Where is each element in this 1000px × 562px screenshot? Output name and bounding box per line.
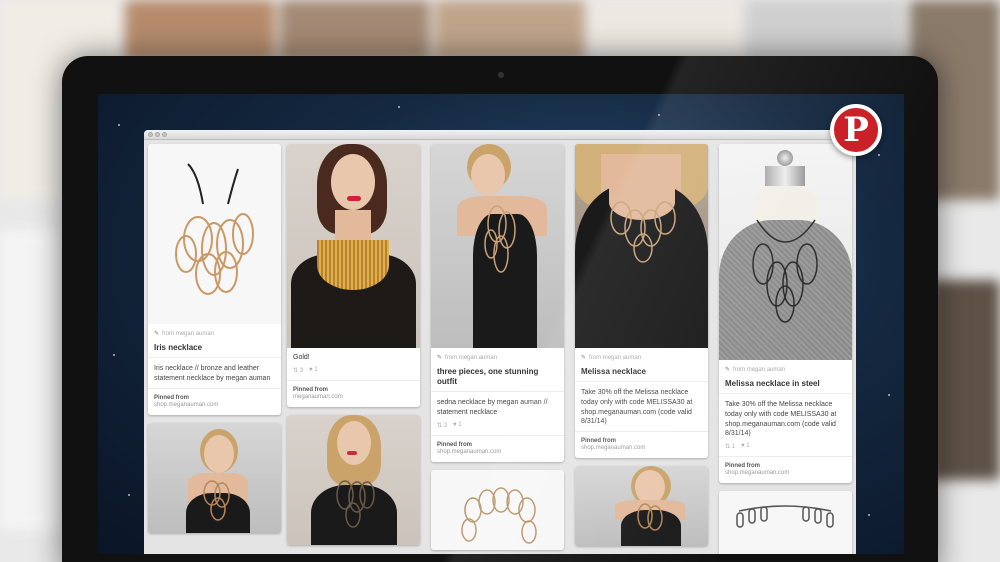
pinner-avatar-icon: ✎ — [437, 355, 443, 361]
pin-card[interactable] — [719, 491, 852, 554]
pin-source[interactable]: ✎ from megan auman — [431, 348, 564, 362]
pin-grid: ✎ from megan auman Iris necklace Iris ne… — [148, 144, 854, 554]
pin-title: Gold! — [293, 354, 310, 361]
pinned-from[interactable]: Pinned from shop.meganauman.com — [575, 432, 708, 458]
pin-card[interactable]: ✎ from megan auman three pieces, one stu… — [431, 144, 564, 462]
pin-source[interactable]: ✎ from megan auman — [719, 360, 852, 374]
pin-card[interactable] — [431, 469, 564, 550]
repin-icon: ⇅ — [437, 422, 443, 429]
pin-source[interactable]: ✎ from megan auman — [148, 324, 281, 338]
pin-column: ✎ from megan auman Melissa necklace in s… — [719, 144, 852, 554]
pinned-from[interactable]: Pinned from shop.meganauman.com — [431, 436, 564, 462]
repin-count: ⇅ 1 — [725, 444, 736, 451]
pinned-from-site[interactable]: shop.meganauman.com — [154, 402, 275, 408]
like-count: ♥ 1 — [741, 443, 750, 450]
like-count: ♥ 1 — [453, 421, 462, 428]
pin-stats: ⇅ 2 ♥ 1 — [431, 422, 564, 436]
pin-source-text: from megan auman — [445, 354, 498, 361]
pinned-from-site[interactable]: meganauman.com — [293, 394, 414, 400]
pin-title: Melissa necklace — [575, 361, 708, 382]
pinned-from-label: Pinned from — [437, 441, 473, 448]
pin-description: Iris necklace // bronze and leather stat… — [148, 358, 281, 389]
pin-column: ✎ from megan auman Melissa necklace Take… — [575, 144, 708, 554]
pin-column: ✎ from megan auman three pieces, one stu… — [431, 144, 564, 554]
pin-source-text: from megan auman — [589, 354, 642, 361]
pinned-from-label: Pinned from — [581, 438, 617, 445]
pin-image[interactable] — [719, 491, 852, 554]
like-count: ♥ 1 — [309, 366, 318, 373]
pin-source-text: from megan auman — [162, 330, 215, 337]
pinner-avatar-icon: ✎ — [725, 367, 731, 373]
heart-icon: ♥ — [453, 421, 457, 428]
pinned-from-site[interactable]: shop.meganauman.com — [437, 449, 558, 455]
pin-description: Take 30% off the Melissa necklace today … — [725, 401, 837, 438]
pin-description: sedna necklace by megan auman // stateme… — [437, 399, 548, 416]
minimize-window-button[interactable] — [155, 132, 160, 137]
pinned-from[interactable]: Pinned from shop.meganauman.com — [148, 389, 281, 415]
pin-source[interactable]: ✎ from megan auman — [575, 348, 708, 362]
pin-image[interactable] — [719, 144, 852, 360]
pin-stats: ⇅ 3 ♥ 1 — [287, 367, 420, 381]
pin-stats: ⇅ 1 ♥ 1 — [719, 443, 852, 458]
repin-count: ⇅ 3 — [293, 367, 304, 374]
pin-card[interactable] — [575, 466, 708, 547]
browser-window: ✎ from megan auman Iris necklace Iris ne… — [144, 130, 856, 554]
pin-image[interactable] — [431, 469, 564, 550]
pinner-avatar-icon: ✎ — [581, 355, 587, 361]
pinterest-logo-icon: P — [830, 104, 882, 156]
pin-card[interactable] — [148, 422, 281, 533]
zoom-window-button[interactable] — [162, 132, 167, 137]
pinned-from-site[interactable]: shop.meganauman.com — [725, 470, 846, 476]
webcam-icon — [498, 72, 504, 78]
pin-source-text: from megan auman — [733, 366, 786, 373]
pin-description: Take 30% off the Melissa necklace today … — [575, 382, 708, 433]
pinned-from-label: Pinned from — [154, 394, 190, 401]
pin-title: Iris necklace — [148, 337, 281, 358]
pinned-from-site[interactable]: shop.meganauman.com — [581, 445, 702, 451]
pin-image[interactable] — [148, 144, 281, 324]
screen: ✎ from megan auman Iris necklace Iris ne… — [98, 94, 904, 554]
laptop-frame: ✎ from megan auman Iris necklace Iris ne… — [62, 56, 938, 562]
pin-title: Melissa necklace in steel — [719, 373, 852, 394]
pin-card[interactable]: ✎ from megan auman Melissa necklace in s… — [719, 144, 852, 484]
pin-image[interactable] — [287, 414, 420, 545]
necklace-silver-links-photo — [736, 505, 834, 528]
close-window-button[interactable] — [148, 132, 153, 137]
pinner-avatar-icon: ✎ — [154, 331, 160, 337]
pinned-from-label: Pinned from — [725, 463, 761, 470]
pin-image[interactable] — [575, 144, 708, 348]
heart-icon: ♥ — [309, 366, 313, 373]
pin-card[interactable]: ✎ from megan auman Melissa necklace Take… — [575, 144, 708, 459]
pinned-from-label: Pinned from — [293, 386, 329, 393]
pin-image[interactable] — [575, 466, 708, 547]
pin-image[interactable] — [431, 144, 564, 348]
heart-icon: ♥ — [741, 443, 745, 450]
pin-image[interactable] — [148, 422, 281, 533]
repin-icon: ⇅ — [293, 367, 299, 374]
window-titlebar — [144, 130, 856, 140]
pin-card[interactable]: ✎ from megan auman Iris necklace Iris ne… — [148, 144, 281, 415]
necklace-bronze-loops-photo — [175, 163, 254, 295]
pin-image[interactable] — [287, 144, 420, 348]
pin-title: three pieces, one stunning outfit — [431, 361, 564, 392]
pin-card[interactable]: Gold! ⇅ 3 ♥ 1 Pinned from meganauman.com — [287, 144, 420, 407]
necklace-silver-chain-photo — [461, 486, 537, 544]
repin-icon: ⇅ — [725, 444, 731, 451]
pin-card[interactable] — [287, 414, 420, 545]
pin-column: ✎ from megan auman Iris necklace Iris ne… — [148, 144, 281, 541]
repin-count: ⇅ 2 — [437, 422, 448, 429]
pin-column: Gold! ⇅ 3 ♥ 1 Pinned from meganauman.com — [287, 144, 420, 553]
pinned-from[interactable]: Pinned from meganauman.com — [287, 381, 420, 407]
pinned-from[interactable]: Pinned from shop.meganauman.com — [719, 457, 852, 483]
